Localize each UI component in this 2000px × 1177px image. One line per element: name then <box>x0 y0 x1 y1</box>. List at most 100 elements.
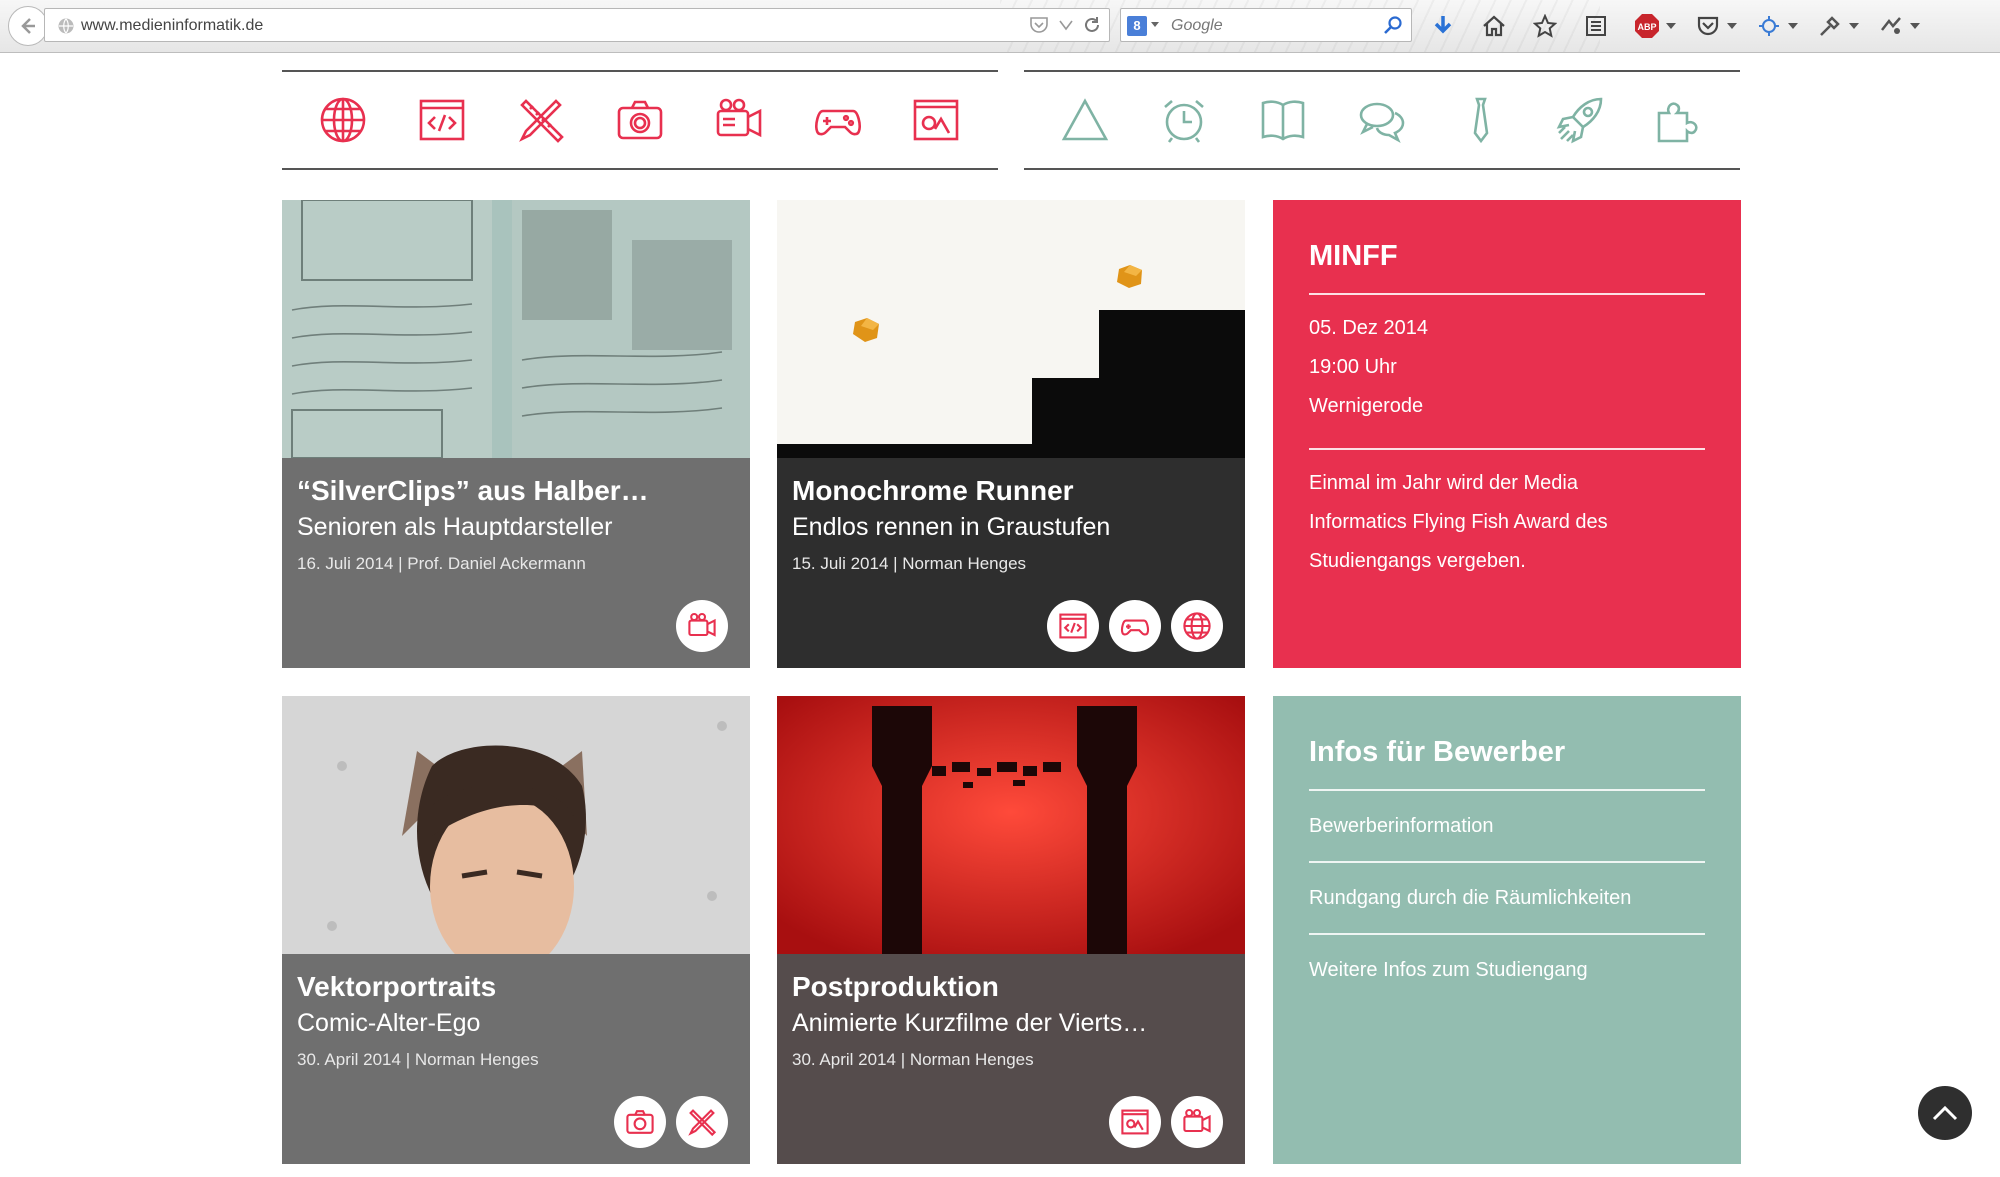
adblock-dropdown-icon[interactable] <box>1666 23 1676 29</box>
category-nav-left <box>282 70 998 170</box>
tie-icon <box>1473 97 1489 144</box>
code-icon <box>419 99 465 141</box>
category-extras[interactable] <box>1648 90 1708 150</box>
search-engine-dropdown-icon[interactable] <box>1151 22 1159 27</box>
code-icon <box>1059 613 1087 639</box>
project-card-monochrome-runner[interactable]: Monochrome Runner Endlos rennen in Graus… <box>777 200 1245 668</box>
video-camera-icon <box>1183 1108 1211 1133</box>
category-media[interactable] <box>906 90 966 150</box>
extension-bug-icon[interactable] <box>1751 10 1787 42</box>
sync-icon[interactable] <box>1873 10 1909 42</box>
project-thumbnail <box>777 200 1245 458</box>
link-program-info[interactable]: Weitere Infos zum Studiengang <box>1309 935 1705 1005</box>
search-bar[interactable]: 8 Google <box>1120 8 1412 42</box>
menu-dropdown-icon[interactable] <box>1910 23 1920 29</box>
camera-icon <box>626 1110 654 1134</box>
category-career[interactable] <box>1451 90 1511 150</box>
tag-programming[interactable] <box>1047 600 1099 652</box>
event-details: 05. Dez 2014 19:00 Uhr Wernigerode <box>1309 309 1705 426</box>
url-dropdown-icon[interactable] <box>1059 19 1073 31</box>
reload-icon[interactable] <box>1083 16 1101 34</box>
link-applicant-information[interactable]: Bewerberinformation <box>1309 791 1705 861</box>
event-time: 19:00 Uhr <box>1309 356 1397 378</box>
tag-video[interactable] <box>676 600 728 652</box>
project-meta: 30. April 2014 | Norman Henges <box>297 1050 539 1069</box>
project-overlay: “SilverClips” aus Halber… Senioren als H… <box>282 458 750 668</box>
category-games[interactable] <box>808 90 868 150</box>
event-location: Wernigerode <box>1309 395 1424 417</box>
pocket-dropdown-icon[interactable] <box>1727 23 1737 29</box>
project-meta: 16. Juli 2014 | Prof. Daniel Ackermann <box>297 554 586 573</box>
developer-tools-icon[interactable] <box>1812 10 1848 42</box>
scroll-to-top-button[interactable] <box>1918 1086 1972 1140</box>
video-camera-icon <box>688 612 716 637</box>
project-title[interactable]: Monochrome Runner <box>792 474 1231 508</box>
camera-icon <box>617 100 663 140</box>
tag-media[interactable] <box>1109 1096 1161 1148</box>
category-design[interactable] <box>511 90 571 150</box>
tag-design[interactable] <box>676 1096 728 1148</box>
tag-web[interactable] <box>1171 600 1223 652</box>
adblock-icon[interactable]: ABP <box>1629 10 1665 42</box>
tag-photography[interactable] <box>614 1096 666 1148</box>
tag-games[interactable] <box>1109 600 1161 652</box>
category-programming[interactable] <box>412 90 472 150</box>
project-meta: 30. April 2014 | Norman Henges <box>792 1050 1034 1069</box>
downloads-icon[interactable] <box>1425 10 1461 42</box>
category-web[interactable] <box>313 90 373 150</box>
chevron-up-icon <box>1932 1105 1958 1121</box>
category-startup[interactable] <box>1550 90 1610 150</box>
url-bar[interactable]: www.medieninformatik.de <box>44 8 1110 42</box>
reading-list-icon[interactable] <box>1578 10 1614 42</box>
search-placeholder[interactable]: Google <box>1171 17 1223 35</box>
url-tools <box>1029 16 1101 34</box>
category-photography[interactable] <box>610 90 670 150</box>
applicants-title: Infos für Bewerber <box>1309 736 1566 768</box>
gamepad-icon <box>814 109 861 136</box>
extension-dropdown-icon[interactable] <box>1788 23 1798 29</box>
image-icon <box>914 99 959 141</box>
project-tags <box>614 1096 728 1148</box>
home-icon[interactable] <box>1476 10 1512 42</box>
event-description: Einmal im Jahr wird der Media Informatic… <box>1309 464 1705 581</box>
category-study[interactable] <box>1253 90 1313 150</box>
search-icon[interactable] <box>1383 15 1403 35</box>
event-title[interactable]: MINFF <box>1309 240 1705 273</box>
category-video[interactable] <box>709 90 769 150</box>
project-card-vektorportraits[interactable]: Vektorportraits Comic-Alter-Ego 30. Apri… <box>282 696 750 1164</box>
pocket-icon[interactable] <box>1029 16 1049 34</box>
site-info-icon[interactable] <box>57 17 75 35</box>
back-arrow-icon <box>21 18 35 34</box>
project-overlay: Monochrome Runner Endlos rennen in Graus… <box>777 458 1245 668</box>
toolbar-icons: ABP <box>1425 10 1934 42</box>
event-description-line: Einmal im Jahr wird der Media <box>1309 472 1578 494</box>
category-contact[interactable] <box>1352 90 1412 150</box>
back-button[interactable] <box>8 6 48 46</box>
image-icon <box>1121 1109 1149 1135</box>
ruler-pencil-icon <box>688 1109 717 1137</box>
puzzle-icon <box>1658 102 1699 143</box>
link-campus-tour[interactable]: Rundgang durch die Räumlichkeiten <box>1309 863 1705 933</box>
pocket-save-icon[interactable] <box>1690 10 1726 42</box>
project-title[interactable]: Vektorportraits <box>297 970 736 1004</box>
globe-icon <box>1183 612 1211 640</box>
divider <box>1309 448 1705 450</box>
project-tags <box>1047 600 1223 652</box>
project-title[interactable]: “SilverClips” aus Halber… <box>297 474 736 508</box>
url-text[interactable]: www.medieninformatik.de <box>81 17 263 35</box>
project-card-silverclips[interactable]: “SilverClips” aus Halber… Senioren als H… <box>282 200 750 668</box>
project-card-postproduktion[interactable]: Postproduktion Animierte Kurzfilme der V… <box>777 696 1245 1164</box>
category-basics[interactable] <box>1055 90 1115 150</box>
bookmark-star-icon[interactable] <box>1527 10 1563 42</box>
search-engine-icon[interactable]: 8 <box>1127 16 1147 36</box>
applicants-info-box: Infos für Bewerber Bewerberinformation R… <box>1273 696 1741 1164</box>
alarm-clock-icon <box>1164 100 1205 143</box>
project-subtitle: Endlos rennen in Graustufen <box>792 513 1111 541</box>
category-schedule[interactable] <box>1154 90 1214 150</box>
project-thumbnail <box>282 200 750 458</box>
globe-icon <box>321 97 366 143</box>
project-title[interactable]: Postproduktion <box>792 970 1231 1004</box>
tag-video[interactable] <box>1171 1096 1223 1148</box>
project-thumbnail <box>777 696 1245 954</box>
devtools-dropdown-icon[interactable] <box>1849 23 1859 29</box>
